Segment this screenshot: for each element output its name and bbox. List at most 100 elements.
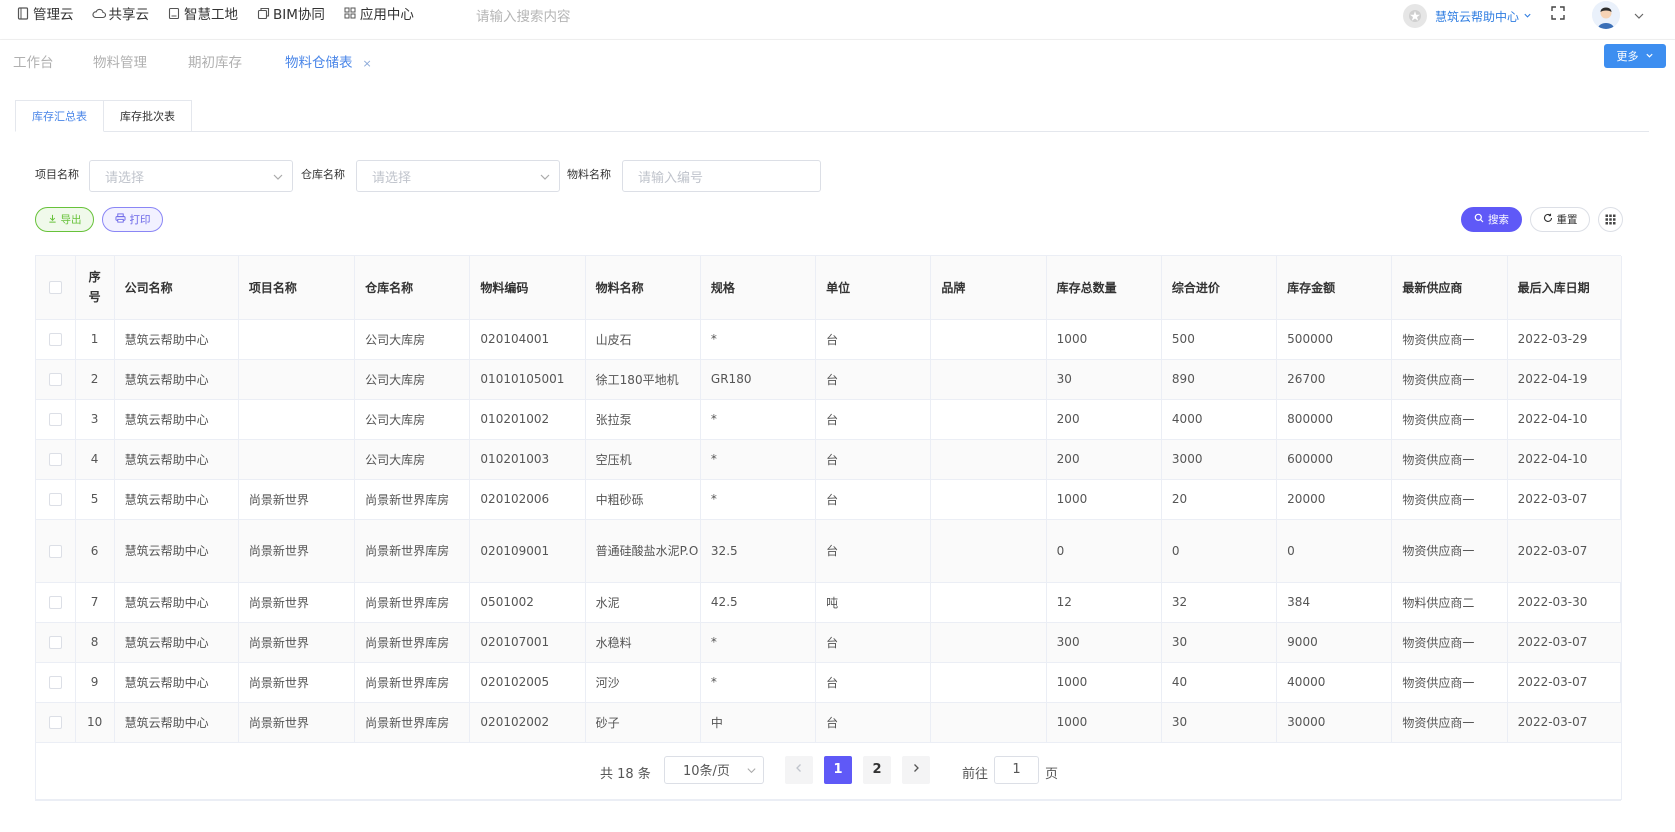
global-search-input[interactable]: 请输入搜索内容 (476, 5, 571, 25)
table-row[interactable]: 7 慧筑云帮助中心 尚景新世界 尚景新世界库房 0501002 水泥 42.5 吨 12 32 38… (36, 582, 1623, 623)
goto-page-input[interactable]: 1 (994, 755, 1039, 784)
table-row[interactable]: 6 慧筑云帮助中心 尚景新世界 尚景新世界库房 020109001 普通硅酸盐水泥P.O 3… (36, 519, 1623, 583)
table-cell: 30000 (1276, 702, 1393, 743)
table-cell (930, 399, 1047, 440)
column-header: 最新供应商 (1391, 256, 1508, 320)
nav-management-cloud[interactable]: 管理云 (16, 4, 74, 23)
prev-page-button[interactable] (785, 755, 813, 784)
top-nav: 管理云 共享云 智慧工地 BIM协同 应用中心 (16, 4, 414, 23)
search-button[interactable]: 搜索 (1461, 207, 1522, 232)
table-cell: 台 (815, 702, 932, 743)
table-cell: 慧筑云帮助中心 (114, 519, 239, 583)
table-cell: 物资供应商一 (1391, 702, 1508, 743)
table-cell: 物资供应商一 (1391, 359, 1508, 400)
row-checkbox[interactable] (36, 439, 76, 480)
table-cell: 8 (75, 622, 115, 663)
tab-opening-inventory[interactable]: 期初库存 (188, 51, 242, 71)
page-1-button[interactable]: 1 (824, 755, 852, 784)
tab-workbench[interactable]: 工作台 (13, 51, 54, 71)
table-cell (930, 519, 1047, 583)
row-checkbox[interactable] (36, 622, 76, 663)
row-checkbox[interactable] (36, 399, 76, 440)
table-row[interactable]: 8 慧筑云帮助中心 尚景新世界 尚景新世界库房 020107001 水稳料 * 台 300 30 9… (36, 622, 1623, 663)
row-checkbox[interactable] (36, 582, 76, 623)
table-cell (930, 359, 1047, 400)
print-button[interactable]: 打印 (102, 207, 163, 232)
nav-bim[interactable]: BIM协同 (256, 4, 325, 23)
table-row[interactable]: 1 慧筑云帮助中心 公司大库房 020104001 山皮石 * 台 1000 500 500000… (36, 319, 1623, 360)
page-2-button[interactable]: 2 (863, 755, 891, 784)
chevron-down-icon[interactable] (1633, 7, 1645, 19)
table-cell (238, 319, 356, 360)
project-select[interactable]: 请选择 (89, 160, 293, 192)
close-icon[interactable]: × (363, 57, 372, 70)
table-cell: 慧筑云帮助中心 (114, 439, 239, 480)
table-cell (238, 439, 356, 480)
tab-inventory-summary[interactable]: 库存汇总表 (15, 100, 104, 132)
reset-button[interactable]: 重置 (1530, 207, 1590, 232)
table-cell: 山皮石 (585, 319, 701, 360)
table-cell: 尚景新世界库房 (354, 662, 471, 703)
table-cell: 水泥 (585, 582, 701, 623)
org-logo-icon (1403, 4, 1427, 28)
next-page-button[interactable] (902, 755, 930, 784)
table-cell: 2022-03-29 (1507, 319, 1623, 360)
table-row[interactable]: 10 慧筑云帮助中心 尚景新世界 尚景新世界库房 020102002 砂子中台 1000 30… (36, 702, 1623, 743)
row-checkbox[interactable] (36, 319, 76, 360)
user-avatar[interactable] (1592, 1, 1620, 29)
table-cell: 2022-03-07 (1507, 479, 1623, 520)
row-checkbox[interactable] (36, 702, 76, 743)
page-size-select[interactable]: 10条/页 (664, 755, 764, 784)
nav-label: 应用中心 (359, 7, 414, 23)
column-header: 物料名称 (585, 256, 701, 320)
material-input[interactable]: 请输入编号 (622, 160, 821, 192)
table-cell: 1000 (1046, 319, 1162, 360)
tab-material-storage[interactable]: 物料仓储表 × (285, 51, 372, 71)
table-cell: 台 (815, 359, 932, 400)
table-cell: 32.5 (700, 519, 817, 583)
table-cell (238, 399, 356, 440)
table-cell (930, 662, 1047, 703)
row-checkbox[interactable] (36, 479, 76, 520)
material-filter-label: 物料名称 (567, 168, 611, 181)
table-row[interactable]: 9 慧筑云帮助中心 尚景新世界 尚景新世界库房 020102005 河沙 * 台 1000 40 4… (36, 662, 1623, 703)
table-cell: 890 (1161, 359, 1278, 400)
more-button[interactable]: 更多 (1604, 44, 1666, 68)
table-row[interactable]: 3 慧筑云帮助中心 公司大库房 010201002 张拉泵 * 台 200 4000 800000… (36, 399, 1623, 440)
tab-inventory-batch[interactable]: 库存批次表 (104, 100, 192, 132)
help-center-menu[interactable]: 慧筑云帮助中心 (1403, 4, 1532, 28)
table-cell: 水稳料 (585, 622, 701, 663)
table-row[interactable]: 4 慧筑云帮助中心 公司大库房 010201003 空压机 * 台 200 3000 600000… (36, 439, 1623, 480)
column-header: 仓库名称 (354, 256, 471, 320)
pagination-total: 共 18 条 (600, 766, 651, 782)
table-row[interactable]: 2 慧筑云帮助中心 公司大库房 01010105001 徐工180平地机 GR180 台 30… (36, 359, 1623, 400)
nav-app-center[interactable]: 应用中心 (343, 4, 414, 23)
table-cell: 1000 (1046, 702, 1162, 743)
grid-icon (1605, 210, 1616, 229)
table-cell: 12 (1046, 582, 1162, 623)
warehouse-select-placeholder: 请选择 (372, 170, 412, 186)
table-cell (930, 582, 1047, 623)
table-cell: 2022-03-07 (1507, 662, 1623, 703)
select-all-checkbox[interactable] (36, 256, 76, 320)
table-row[interactable]: 5 慧筑云帮助中心 尚景新世界 尚景新世界库房 020102006 中粗砂砾 * 台 1000 2… (36, 479, 1623, 520)
column-header: 库存金额 (1276, 256, 1393, 320)
row-checkbox[interactable] (36, 662, 76, 703)
table-cell: 26700 (1276, 359, 1393, 400)
nav-share-cloud[interactable]: 共享云 (91, 4, 149, 23)
nav-smart-site[interactable]: 智慧工地 (167, 4, 238, 23)
export-button[interactable]: 导出 (35, 207, 94, 232)
table-cell: 尚景新世界库房 (354, 519, 471, 583)
column-header: 序号 (75, 256, 115, 320)
tab-material-management[interactable]: 物料管理 (93, 51, 147, 71)
table-cell: 尚景新世界 (238, 519, 356, 583)
fullscreen-icon[interactable] (1551, 5, 1567, 21)
row-checkbox[interactable] (36, 519, 76, 583)
row-checkbox[interactable] (36, 359, 76, 400)
warehouse-select[interactable]: 请选择 (356, 160, 560, 192)
table-cell: 020107001 (469, 622, 586, 663)
table-cell: 6 (75, 519, 115, 583)
column-settings-button[interactable] (1598, 207, 1623, 232)
table-cell: 0 (1046, 519, 1162, 583)
table-cell: 9000 (1276, 622, 1393, 663)
